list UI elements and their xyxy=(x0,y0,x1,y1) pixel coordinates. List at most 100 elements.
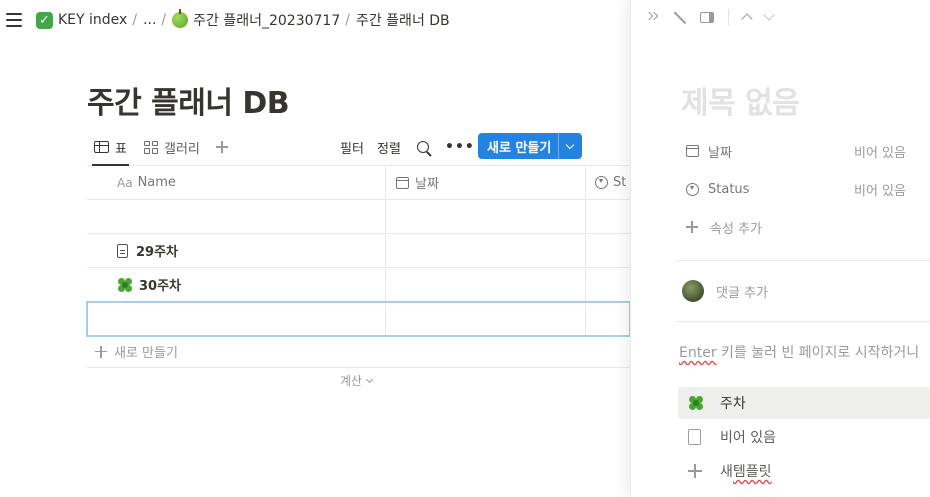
table-cell-name[interactable] xyxy=(87,302,386,335)
more-dots-icon: ••• xyxy=(445,139,475,155)
breadcrumb-label: ... xyxy=(143,12,157,28)
tab-gallery-view[interactable]: 갤러리 xyxy=(144,136,200,158)
table-cell-name[interactable]: 29주차 xyxy=(87,234,386,267)
status-icon xyxy=(686,182,699,196)
table-icon xyxy=(94,141,109,153)
menu-icon[interactable] xyxy=(6,13,22,27)
table-cell-status[interactable] xyxy=(586,200,630,233)
breadcrumb-separator: / xyxy=(132,12,138,28)
add-row-label: 새로 만들기 xyxy=(114,346,178,361)
calculate-button[interactable]: 계산 xyxy=(340,372,374,389)
chevron-up-icon[interactable] xyxy=(741,13,753,25)
view-bar: 표 갤러리 필터 정렬 ••• 새로 만들기 xyxy=(87,132,630,166)
table-cell-status[interactable] xyxy=(586,302,630,335)
property-date[interactable]: 날짜 비어 있음 xyxy=(686,139,930,163)
status-icon xyxy=(595,176,608,189)
plus-icon xyxy=(686,221,698,233)
plus-icon xyxy=(688,464,702,478)
side-peek-icon[interactable] xyxy=(700,11,714,23)
search-button[interactable] xyxy=(417,136,429,158)
new-template-button[interactable]: 새 템플릿 xyxy=(678,455,930,487)
document-icon xyxy=(688,429,701,445)
table-cell-name[interactable] xyxy=(87,200,386,233)
template-label: 비어 있음 xyxy=(720,430,776,446)
four-leaf-clover-icon xyxy=(688,395,704,411)
add-property-label: 속성 추가 xyxy=(710,221,762,237)
divider xyxy=(676,260,930,261)
document-icon xyxy=(117,243,128,258)
text-icon: Aa xyxy=(117,175,133,190)
table-header-row: Aa Name 날짜 St xyxy=(87,166,630,200)
column-label: St xyxy=(613,175,627,190)
template-item-week[interactable]: 주차 xyxy=(678,387,930,419)
table-cell-status[interactable] xyxy=(586,234,630,267)
breadcrumb-label: KEY index xyxy=(58,12,128,28)
close-peek-icon[interactable] xyxy=(644,10,659,24)
calculate-label: 계산 xyxy=(340,374,363,388)
comment-input[interactable]: 댓글 추가 xyxy=(682,280,768,302)
table-cell-status[interactable] xyxy=(586,268,630,301)
new-button-label: 새로 만들기 xyxy=(487,140,552,156)
table-cell-name[interactable]: 30주차 xyxy=(87,268,386,301)
property-name: Status xyxy=(708,181,750,197)
chevron-down-icon xyxy=(565,140,575,149)
breadcrumb-item-weekly-planner[interactable]: 주간 플래너_20230717 xyxy=(172,9,340,30)
property-value[interactable]: 비어 있음 xyxy=(854,142,906,161)
more-options-button[interactable]: ••• xyxy=(445,136,475,158)
new-dropdown-button[interactable] xyxy=(559,140,581,149)
peek-title-input[interactable]: 제목 없음 xyxy=(681,78,800,122)
tab-label: 표 xyxy=(115,141,127,157)
row-title[interactable]: 30주차 xyxy=(139,275,181,294)
chevron-down-icon xyxy=(366,375,374,383)
column-header-date[interactable]: 날짜 xyxy=(386,166,586,199)
add-property-button[interactable]: 속성 추가 xyxy=(686,215,930,239)
breadcrumb-separator: / xyxy=(345,12,350,28)
sort-button[interactable]: 정렬 xyxy=(377,136,401,158)
row-title[interactable]: 29주차 xyxy=(136,241,178,260)
add-view-button[interactable] xyxy=(216,136,228,158)
tab-label: 갤러리 xyxy=(164,141,200,157)
tab-table-view[interactable]: 표 xyxy=(92,136,129,166)
property-status[interactable]: Status 비어 있음 xyxy=(686,177,930,201)
breadcrumb-separator: / xyxy=(161,12,167,28)
table-cell-date[interactable] xyxy=(386,200,586,233)
table-row[interactable] xyxy=(87,200,630,234)
table-row-selected[interactable] xyxy=(86,301,631,337)
comment-placeholder: 댓글 추가 xyxy=(716,285,768,301)
chevron-down-icon[interactable] xyxy=(763,9,775,21)
page-title[interactable]: 주간 플래너 DB xyxy=(87,78,290,122)
table-cell-date[interactable] xyxy=(386,234,586,267)
property-name: 날짜 xyxy=(708,145,732,161)
calendar-icon xyxy=(396,176,409,189)
divider xyxy=(676,321,930,322)
expand-icon[interactable] xyxy=(673,11,686,24)
top-bar: ✓ KEY index / ... / 주간 플래너_20230717 / 주간… xyxy=(0,0,630,40)
column-header-name[interactable]: Aa Name xyxy=(87,166,386,199)
column-label: 날짜 xyxy=(415,177,439,192)
check-mark-icon: ✓ xyxy=(36,11,53,29)
breadcrumb-label: 주간 플래너 DB xyxy=(355,13,450,29)
template-label: 주차 xyxy=(720,396,746,412)
column-header-status[interactable]: St xyxy=(586,166,630,199)
template-item-empty[interactable]: 비어 있음 xyxy=(678,421,930,453)
column-label: Name xyxy=(137,175,176,190)
green-apple-icon xyxy=(172,9,189,28)
property-value[interactable]: 비어 있음 xyxy=(854,180,906,199)
breadcrumb-item-key-index[interactable]: ✓ KEY index xyxy=(36,11,128,29)
breadcrumb-item-current[interactable]: 주간 플래너 DB xyxy=(356,10,450,30)
table-row[interactable]: 29주차 xyxy=(87,234,630,268)
empty-page-hint: Enter 키를 눌러 빈 페이지로 시작하거니 xyxy=(679,345,920,361)
table-row[interactable]: 30주차 xyxy=(87,268,630,302)
table-cell-date[interactable] xyxy=(386,302,586,335)
add-row-button[interactable]: 새로 만들기 xyxy=(87,336,630,368)
new-button[interactable]: 새로 만들기 xyxy=(478,133,582,159)
table-cell-date[interactable] xyxy=(386,268,586,301)
peek-toolbar xyxy=(644,9,775,25)
breadcrumb-item-ellipsis[interactable]: ... xyxy=(143,12,156,28)
search-icon xyxy=(417,141,429,153)
database-table: Aa Name 날짜 St 29주차 30주차 새로 만들기 xyxy=(86,166,631,368)
side-peek-panel: 제목 없음 날짜 비어 있음 Status 비어 있음 속성 추가 댓글 추가 … xyxy=(630,0,930,497)
filter-button[interactable]: 필터 xyxy=(340,136,364,158)
avatar xyxy=(682,280,704,302)
plus-icon xyxy=(216,141,228,153)
